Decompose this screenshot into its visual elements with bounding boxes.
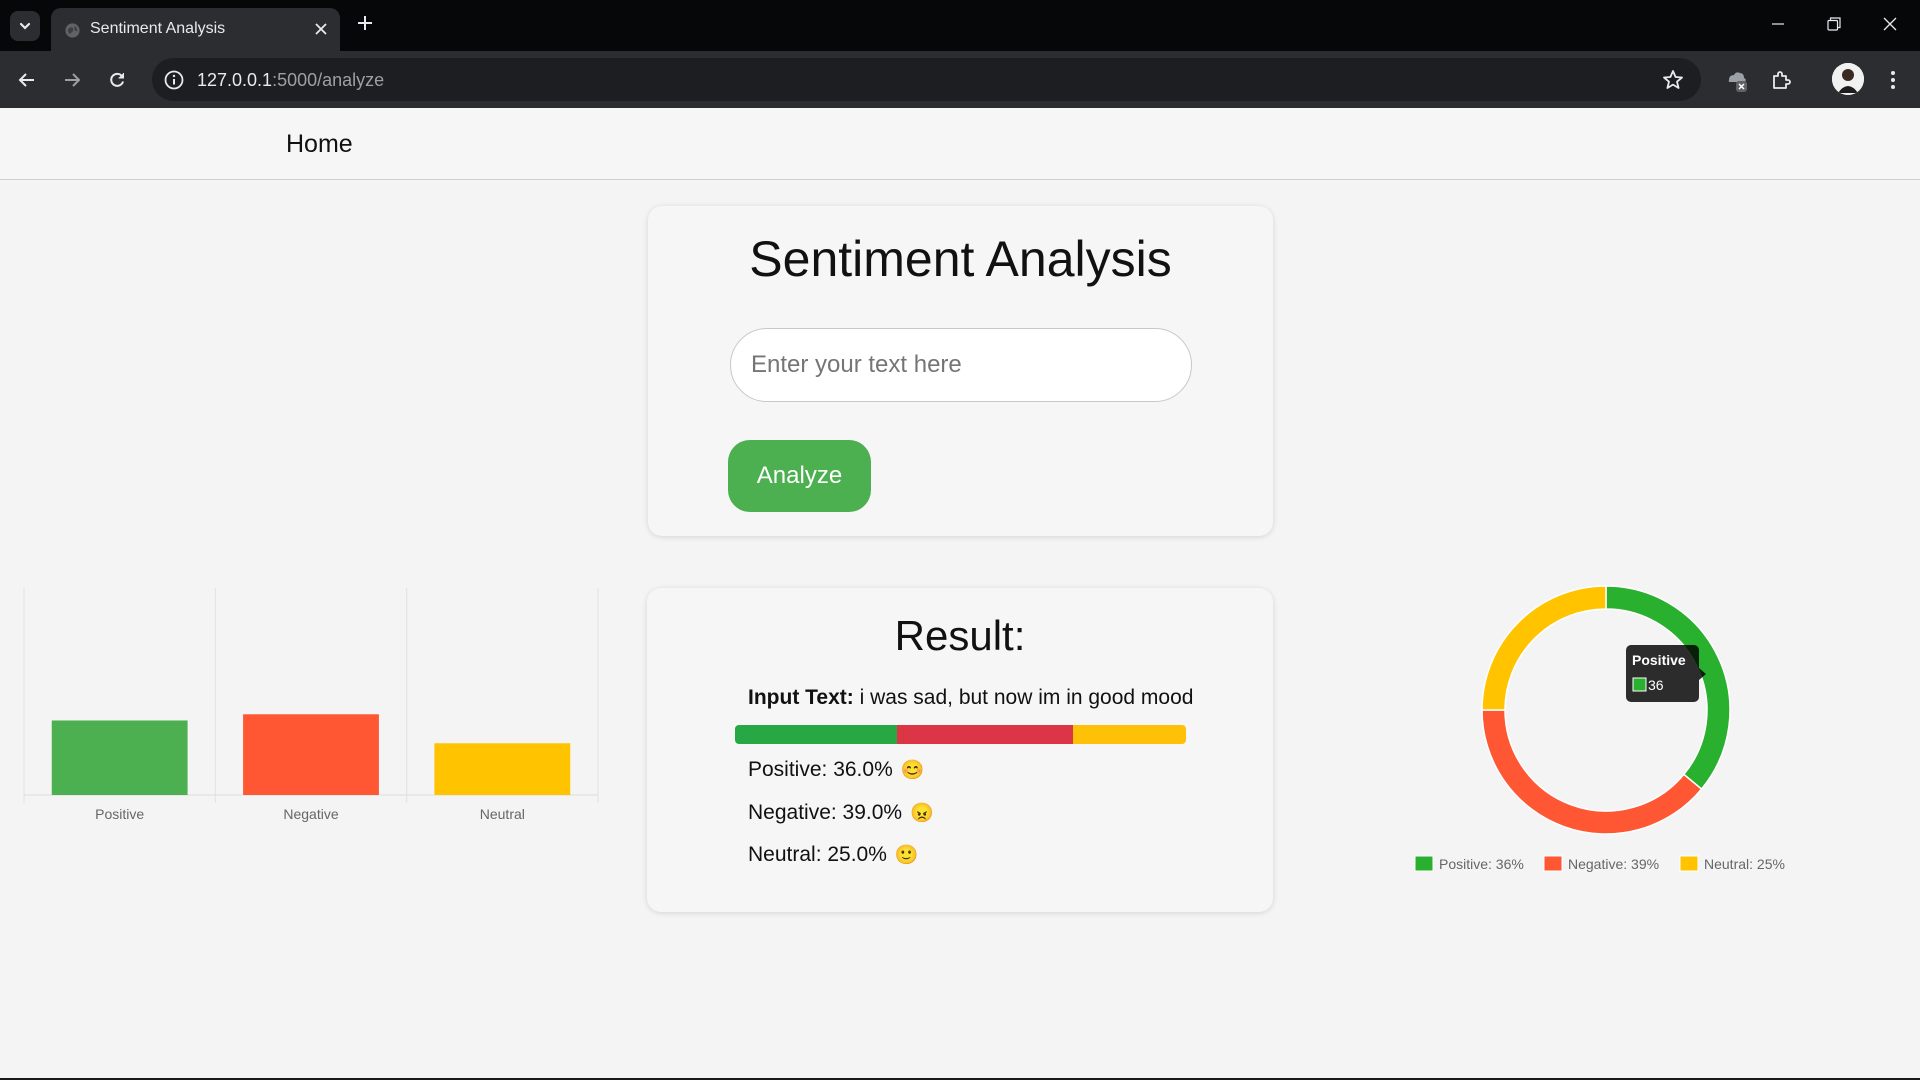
- donut-slice-neutral[interactable]: [1481, 585, 1607, 711]
- bar-positive[interactable]: [51, 720, 188, 795]
- sentiment-donut-chart: Positive 36 Positive: 36% Negative: 39% Neut…: [1414, 585, 1785, 872]
- donut-slice-negative[interactable]: [1481, 709, 1703, 835]
- donut-tooltip-value: 36: [1648, 677, 1664, 693]
- puzzle-icon: [1773, 71, 1791, 89]
- home-link[interactable]: Home: [286, 130, 353, 159]
- arrow-left-icon: [18, 73, 34, 87]
- neutral-result-label: Neutral: 25.0%: [748, 843, 887, 866]
- donut-legend-label: Negative: 39%: [1568, 856, 1659, 872]
- plus-icon: [358, 16, 372, 30]
- positive-result-label: Positive: 36.0%: [748, 758, 893, 781]
- sentiment-stacked-bar: [735, 725, 1186, 744]
- forward-button[interactable]: [57, 65, 87, 95]
- star-icon[interactable]: [1661, 68, 1685, 92]
- result-card: Result: Input Text: i was sad, but now i…: [647, 588, 1273, 912]
- back-button[interactable]: [12, 65, 42, 95]
- analyze-form-card: Sentiment Analysis Analyze: [648, 206, 1273, 536]
- sentiment-bar-negative: [897, 725, 1074, 744]
- negative-result-label: Negative: 39.0%: [748, 801, 903, 824]
- globe-icon: [65, 23, 80, 38]
- bar-chart-x-tick-label: Positive: [95, 806, 144, 822]
- donut-legend-label: Neutral: 25%: [1704, 856, 1785, 872]
- sentiment-bar-neutral: [1073, 725, 1186, 744]
- chevron-down-icon: [19, 22, 31, 30]
- tab-title: Sentiment Analysis: [90, 20, 226, 37]
- donut-legend-item-negative[interactable]: Negative: 39%: [1543, 855, 1659, 872]
- browser-menu-button[interactable]: [1878, 65, 1908, 95]
- tab-search-button[interactable]: [10, 11, 40, 41]
- input-text-label: Input Text:: [748, 686, 854, 709]
- neutral-result: Neutral: 25.0% 🙂: [748, 843, 919, 867]
- result-title: Result:: [894, 612, 1026, 659]
- reload-button[interactable]: [102, 65, 132, 95]
- sentiment-bar-positive: [735, 725, 898, 744]
- site-navbar: Home: [0, 108, 1920, 180]
- bar-negative[interactable]: [243, 714, 379, 795]
- positive-result: Positive: 36.0% 😊: [748, 758, 924, 782]
- extensions-button[interactable]: [1766, 65, 1796, 95]
- new-tab-button[interactable]: [354, 12, 376, 34]
- info-icon[interactable]: [163, 69, 185, 91]
- donut-tooltip-title: Positive: [1632, 652, 1686, 668]
- bar-chart-x-tick-label: Neutral: [480, 806, 525, 822]
- close-icon: [1883, 17, 1897, 31]
- page-title: Sentiment Analysis: [749, 231, 1172, 287]
- angry-face-icon: 😠: [910, 803, 934, 824]
- sentiment-bar-chart: Positive Negative Neutral: [23, 588, 599, 822]
- text-input[interactable]: [730, 328, 1192, 402]
- restore-button[interactable]: [1806, 0, 1862, 48]
- input-text-line: Input Text: i was sad, but now im in goo…: [748, 686, 1193, 710]
- page-content: Home Sentiment Analysis Analyze Result: …: [0, 108, 1920, 1078]
- bar-chart-x-tick-label: Negative: [283, 806, 338, 822]
- cloud-extension-icon: [1728, 72, 1747, 92]
- user-avatar-icon: [1832, 63, 1864, 95]
- arrow-right-icon: [65, 73, 81, 87]
- input-text-value: i was sad, but now im in good mood: [859, 686, 1194, 709]
- extension-puzzle-cloud-button[interactable]: [1722, 65, 1752, 95]
- donut-tooltip-swatch: [1632, 677, 1647, 692]
- slightly-smiling-face-icon: 🙂: [894, 845, 919, 866]
- close-icon: [315, 23, 327, 35]
- donut-tooltip: Positive 36: [1626, 645, 1706, 702]
- browser-tab[interactable]: Sentiment Analysis: [51, 8, 340, 51]
- analyze-button[interactable]: Analyze: [728, 440, 871, 512]
- window-close-button[interactable]: [1862, 0, 1918, 48]
- more-vertical-icon: [1891, 71, 1895, 89]
- donut-legend-item-neutral[interactable]: Neutral: 25%: [1679, 855, 1785, 872]
- restore-icon: [1827, 17, 1841, 31]
- reload-icon: [110, 72, 124, 87]
- url-text: 127.0.0.1:5000/analyze: [197, 70, 385, 90]
- donut-legend-item-positive[interactable]: Positive: 36%: [1414, 855, 1524, 872]
- minimize-button[interactable]: [1750, 0, 1806, 48]
- minimize-icon: [1772, 23, 1784, 25]
- profile-avatar[interactable]: [1832, 63, 1864, 95]
- browser-tab-bar: Sentiment Analysis: [0, 0, 1920, 51]
- negative-result: Negative: 39.0% 😠: [748, 801, 934, 825]
- bar-neutral[interactable]: [434, 743, 571, 795]
- donut-legend-label: Positive: 36%: [1439, 856, 1524, 872]
- smiling-face-icon: 😊: [900, 760, 925, 781]
- address-bar[interactable]: 127.0.0.1:5000/analyze: [152, 58, 1701, 101]
- tab-close-button[interactable]: [312, 20, 330, 38]
- browser-toolbar: 127.0.0.1:5000/analyze: [0, 51, 1920, 108]
